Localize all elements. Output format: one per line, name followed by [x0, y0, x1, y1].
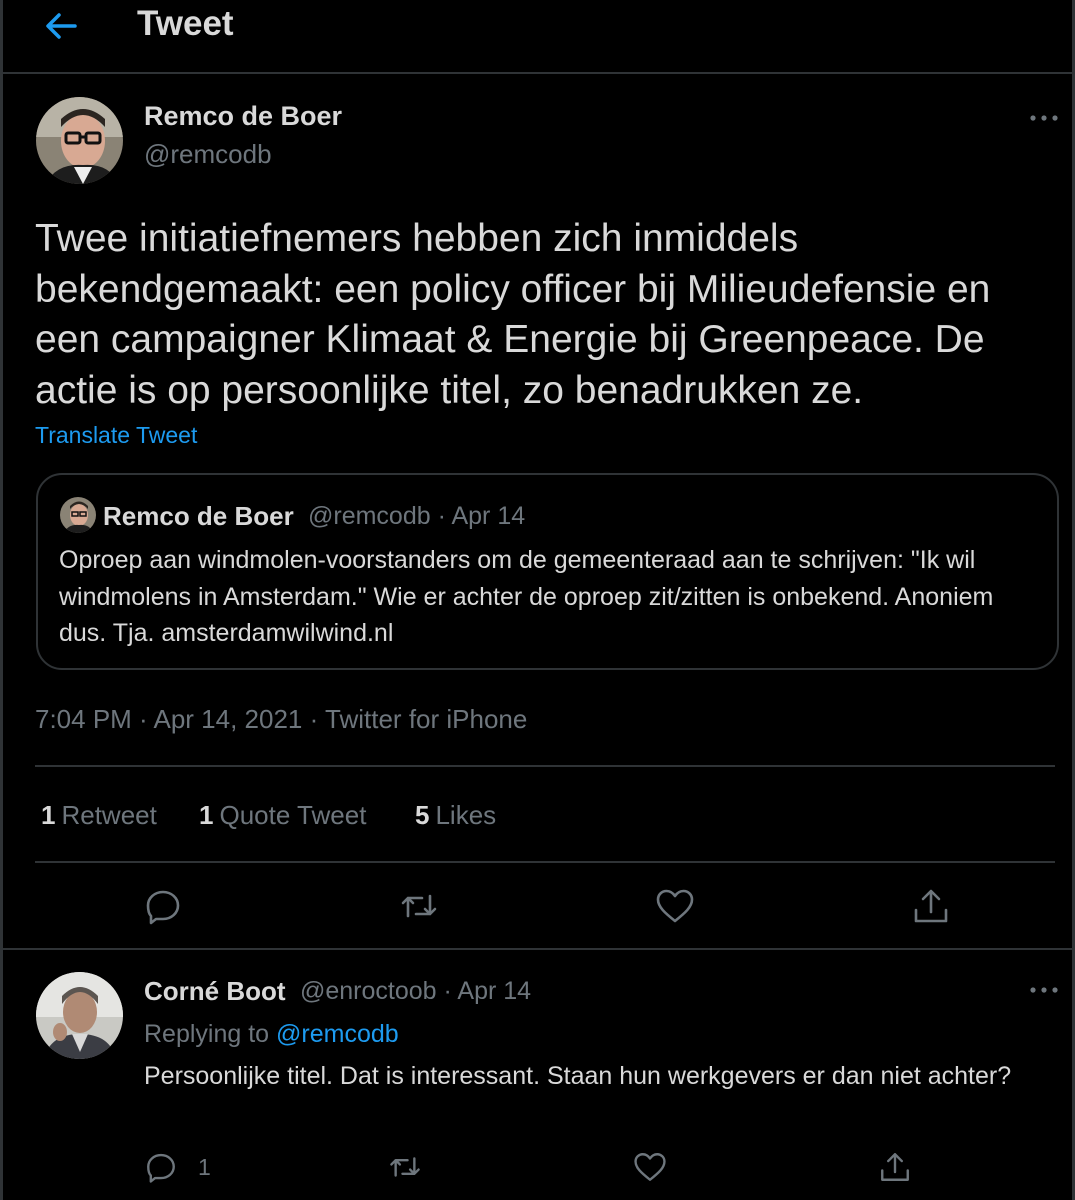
like-icon: [656, 889, 694, 923]
reply-retweet-button[interactable]: [388, 1150, 422, 1184]
share-icon: [914, 889, 948, 923]
reply-reply-button[interactable]: [144, 1150, 178, 1184]
person-photo-icon: [60, 497, 96, 533]
reply-author-name[interactable]: Corné Boot: [144, 976, 286, 1007]
person-photo-icon: [36, 97, 123, 184]
likes-stat[interactable]: 5 Likes: [415, 800, 496, 831]
replying-to: Replying to @remcodb: [144, 1020, 399, 1049]
reply-more-options-button[interactable]: [1024, 975, 1064, 1005]
author-handle[interactable]: @remcodb: [144, 139, 272, 170]
reply-author-meta[interactable]: @enroctoob · Apr 14: [300, 977, 531, 1006]
quote-author-name: Remco de Boer: [103, 501, 294, 531]
quote-author-avatar: [60, 497, 96, 533]
replying-to-label: Replying to: [144, 1020, 270, 1048]
reply-text: Persoonlijke titel. Dat is interessant. …: [144, 1062, 1012, 1090]
author-avatar[interactable]: [36, 97, 123, 184]
retweets-label: Retweet: [61, 800, 157, 830]
reply-icon: [146, 890, 180, 925]
reply-button[interactable]: [143, 886, 183, 926]
likes-count: 5: [415, 800, 430, 830]
reply-count: 1: [198, 1154, 211, 1180]
share-button[interactable]: [911, 886, 951, 926]
quotes-count: 1: [199, 800, 214, 830]
more-horizontal-icon: [1030, 115, 1058, 121]
like-icon: [634, 1153, 666, 1181]
person-photo-icon: [36, 972, 123, 1059]
reply-like-button[interactable]: [633, 1150, 667, 1184]
reply-author-avatar[interactable]: [36, 972, 123, 1059]
retweet-button[interactable]: [399, 886, 439, 926]
divider: [35, 765, 1055, 767]
replying-to-mention[interactable]: @remcodb: [276, 1020, 399, 1048]
quote-text: Oproep aan windmolen-voorstanders om de …: [59, 546, 994, 647]
likes-label: Likes: [435, 800, 497, 830]
retweets-count: 1: [41, 800, 56, 830]
tweet-timestamp[interactable]: 7:04 PM · Apr 14, 2021 · Twitter for iPh…: [35, 704, 527, 735]
translate-tweet-link[interactable]: Translate Tweet: [35, 422, 197, 449]
divider: [3, 948, 1072, 950]
reply-share-button[interactable]: [878, 1150, 912, 1184]
divider: [35, 861, 1055, 863]
top-header: Tweet: [3, 0, 1072, 74]
retweets-stat[interactable]: 1 Retweet: [41, 800, 157, 831]
share-icon: [881, 1153, 909, 1181]
back-button[interactable]: [41, 8, 81, 44]
more-horizontal-icon: [1030, 987, 1058, 993]
like-button[interactable]: [655, 886, 695, 926]
retweet-icon: [390, 1157, 420, 1177]
quoted-tweet-card[interactable]: Remco de Boer @remcodb · Apr 14 Oproep a…: [36, 473, 1059, 670]
quote-tweets-stat[interactable]: 1 Quote Tweet: [199, 800, 366, 831]
quotes-label: Quote Tweet: [219, 800, 367, 830]
author-name[interactable]: Remco de Boer: [144, 101, 342, 132]
arrow-left-icon: [46, 13, 77, 39]
tweet-text: Twee initiatiefnemers hebben zich inmidd…: [35, 217, 991, 412]
page-title: Tweet: [137, 4, 234, 43]
tweet-detail-page: Tweet Remco de Boer @remcodb Twee initia…: [0, 0, 1075, 1200]
reply-icon: [147, 1153, 175, 1183]
more-options-button[interactable]: [1024, 103, 1064, 133]
retweet-icon: [401, 894, 437, 918]
quote-author-meta: @remcodb · Apr 14: [308, 502, 526, 530]
